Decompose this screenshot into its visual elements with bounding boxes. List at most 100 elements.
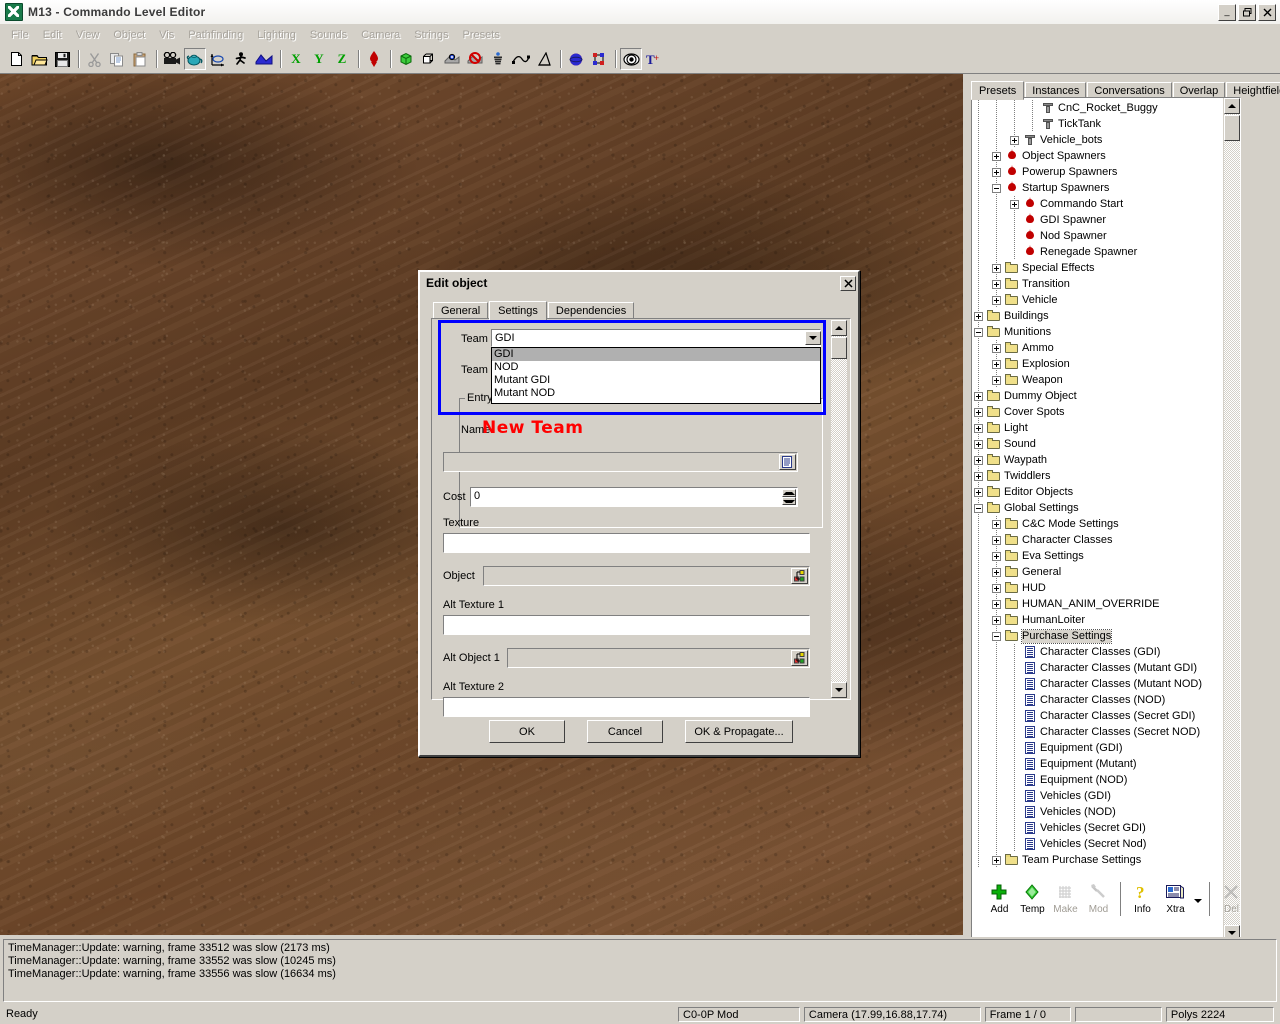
menu-camera[interactable]: Camera [354, 27, 407, 43]
temp-button[interactable]: Temp [1016, 879, 1049, 923]
menu-file[interactable]: File [4, 27, 36, 43]
tree-item[interactable]: Equipment (Mutant) [972, 756, 1224, 772]
cost-field[interactable]: 0 [470, 487, 798, 507]
xtra-button[interactable]: Xtra [1159, 879, 1192, 923]
edit-object-dialog[interactable]: Edit object GeneralSettingsDependencies … [418, 270, 860, 757]
tree-expand-button[interactable] [974, 408, 983, 417]
menu-strings[interactable]: Strings [407, 27, 455, 43]
no-entry-icon[interactable] [464, 48, 486, 70]
tree-item[interactable]: Weapon [972, 372, 1224, 388]
tree-expand-button[interactable] [992, 552, 1001, 561]
tree-item[interactable]: Nod Spawner [972, 228, 1224, 244]
tree-expand-button[interactable] [992, 344, 1001, 353]
dialog-tab-dependencies[interactable]: Dependencies [548, 302, 634, 318]
tree-item[interactable]: Object Spawners [972, 148, 1224, 164]
tree-collapse-button[interactable] [974, 328, 983, 337]
scroll-thumb[interactable] [1224, 115, 1240, 141]
tree-item[interactable]: HUD [972, 580, 1224, 596]
tree-item[interactable]: Vehicle [972, 292, 1224, 308]
save-disk-icon[interactable] [51, 48, 73, 70]
tree-item[interactable]: Transition [972, 276, 1224, 292]
team-combobox-arrow[interactable] [805, 331, 821, 345]
tree-item[interactable]: Character Classes (Secret GDI) [972, 708, 1224, 724]
tree-item[interactable]: CnC_Rocket_Buggy [972, 100, 1224, 116]
tree-expand-button[interactable] [992, 264, 1001, 273]
team-option-gdi[interactable]: GDI [492, 348, 820, 361]
tree-expand-button[interactable] [1010, 136, 1019, 145]
tree-item[interactable]: Startup Spawners [972, 180, 1224, 196]
tree-item[interactable]: Vehicles (Secret GDI) [972, 820, 1224, 836]
maximize-button[interactable] [1238, 4, 1256, 21]
dialog-tab-general[interactable]: General [433, 302, 488, 318]
axis-z-icon[interactable]: Z [331, 48, 353, 70]
camera-icon[interactable] [161, 48, 183, 70]
tree-expand-button[interactable] [992, 600, 1001, 609]
tree-expand-button[interactable] [992, 568, 1001, 577]
tree-item[interactable]: Character Classes (NOD) [972, 692, 1224, 708]
polygon-icon[interactable] [533, 48, 555, 70]
tree-item[interactable]: Vehicles (Secret Nod) [972, 836, 1224, 852]
tree-collapse-button[interactable] [974, 504, 983, 513]
tree-item[interactable]: TickTank [972, 116, 1224, 132]
tree-item[interactable]: Purchase Settings [972, 628, 1224, 644]
settings-scroll-up[interactable] [831, 320, 847, 336]
tab-instances[interactable]: Instances [1025, 82, 1086, 98]
color-markers-icon[interactable] [588, 48, 610, 70]
texture-field[interactable] [443, 533, 810, 553]
tree-item[interactable]: Character Classes (Secret NOD) [972, 724, 1224, 740]
menu-object[interactable]: Object [106, 27, 152, 43]
close-button[interactable] [1258, 4, 1276, 21]
new-file-icon[interactable] [5, 48, 27, 70]
tab-overlap[interactable]: Overlap [1173, 82, 1226, 98]
menu-vis[interactable]: Vis [152, 27, 181, 43]
menu-view[interactable]: View [69, 27, 107, 43]
tree-item[interactable]: Character Classes (Mutant GDI) [972, 660, 1224, 676]
tower-icon[interactable] [487, 48, 509, 70]
tree-item[interactable]: GDI Spawner [972, 212, 1224, 228]
cost-spinner-down[interactable] [782, 497, 796, 505]
scroll-up-button[interactable] [1224, 98, 1240, 114]
paste-icon[interactable] [129, 48, 151, 70]
cancel-button[interactable]: Cancel [587, 720, 663, 743]
cost-spinner-up[interactable] [782, 489, 796, 497]
tree-item[interactable]: Equipment (NOD) [972, 772, 1224, 788]
alt-texture-2-field[interactable] [443, 697, 810, 717]
menu-presets[interactable]: Presets [456, 27, 507, 43]
tree-item[interactable]: HUMAN_ANIM_OVERRIDE [972, 596, 1224, 612]
tree-expand-button[interactable] [992, 376, 1001, 385]
tree-item[interactable]: Light [972, 420, 1224, 436]
alt-object-1-field[interactable] [507, 648, 810, 668]
copy-icon[interactable] [106, 48, 128, 70]
tree-expand-button[interactable] [992, 520, 1001, 529]
tree-item[interactable]: Global Settings [972, 500, 1224, 516]
tree-expand-button[interactable] [974, 456, 983, 465]
tree-item[interactable]: Waypath [972, 452, 1224, 468]
axis-y-icon[interactable]: Y [308, 48, 330, 70]
team-option-mutant-nod[interactable]: Mutant NOD [492, 387, 820, 400]
tree-expand-button[interactable] [974, 424, 983, 433]
team-dropdown-list[interactable]: GDINODMutant GDIMutant NOD [491, 347, 821, 404]
tree-item[interactable]: Vehicles (GDI) [972, 788, 1224, 804]
minimize-button[interactable]: _ [1218, 4, 1236, 21]
object-field[interactable] [483, 566, 810, 586]
tree-collapse-button[interactable] [992, 184, 1001, 193]
tree-item[interactable]: Team Purchase Settings [972, 852, 1224, 868]
axis-rotate-icon[interactable] [207, 48, 229, 70]
eye-visibility-icon[interactable] [620, 48, 642, 70]
tree-collapse-button[interactable] [992, 632, 1001, 641]
tree-expand-button[interactable] [992, 536, 1001, 545]
cost-spinner[interactable] [782, 489, 796, 505]
tree-expand-button[interactable] [974, 488, 983, 497]
add-button[interactable]: Add [983, 879, 1016, 923]
text-tool-icon[interactable]: T+ [643, 48, 665, 70]
menu-sounds[interactable]: Sounds [303, 27, 354, 43]
info-button[interactable]: ?Info [1126, 879, 1159, 923]
tree-item[interactable]: Explosion [972, 356, 1224, 372]
tree-item[interactable]: Vehicles (NOD) [972, 804, 1224, 820]
show-cube-green-icon[interactable] [395, 48, 417, 70]
team-option-nod[interactable]: NOD [492, 361, 820, 374]
tree-item[interactable]: Character Classes (Mutant NOD) [972, 676, 1224, 692]
xtra-dropdown-button[interactable] [1192, 879, 1204, 923]
tree-item[interactable]: Character Classes [972, 532, 1224, 548]
settings-scroll-down[interactable] [831, 682, 847, 698]
